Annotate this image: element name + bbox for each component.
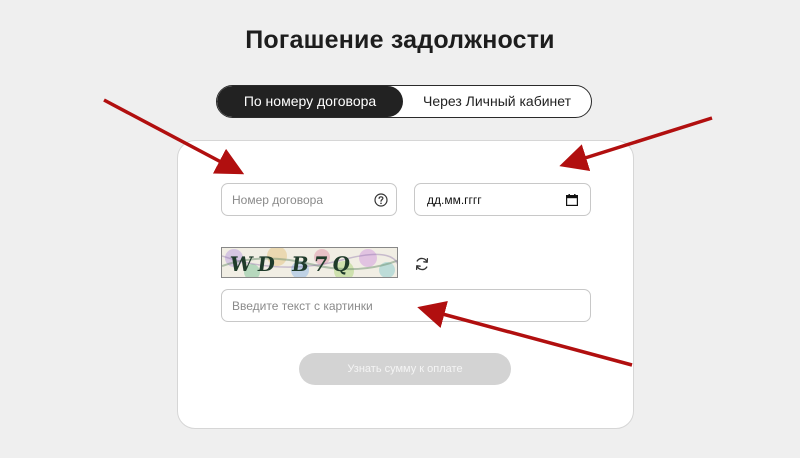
tab-by-contract[interactable]: По номеру договора [217,86,403,117]
submit-button[interactable]: Узнать сумму к оплате [299,353,511,385]
captcha-answer-input[interactable] [222,290,590,321]
captcha-answer-field [221,289,591,322]
captcha-text: WD B7Q [228,252,357,276]
contract-number-field [221,183,397,216]
tab-personal-account[interactable]: Через Личный кабинет [403,86,591,117]
captcha-image: WD B7Q [221,247,398,278]
help-icon[interactable] [374,193,388,207]
tab-switcher: По номеру договора Через Личный кабинет [216,85,592,118]
calendar-icon[interactable] [566,194,578,206]
contract-number-input[interactable] [222,184,396,215]
payment-form-card: дд.мм.гггг WD B7Q У [177,140,634,429]
date-input[interactable]: дд.мм.гггг [427,193,482,207]
date-field[interactable]: дд.мм.гггг [414,183,591,216]
page-title: Погашение задолжности [245,26,555,54]
refresh-icon[interactable] [414,256,430,272]
